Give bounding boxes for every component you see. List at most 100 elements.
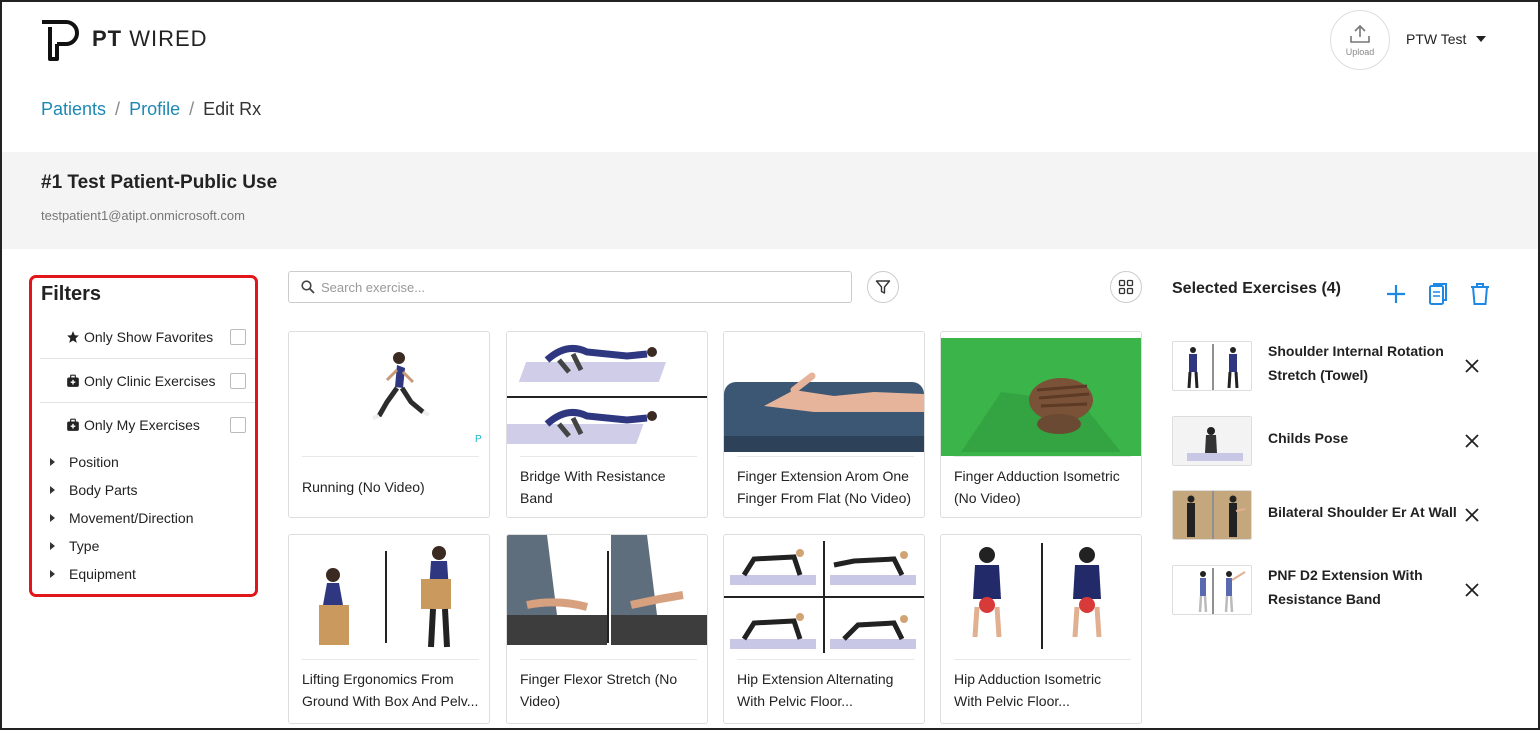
- filter-only-mine[interactable]: Only My Exercises: [40, 403, 255, 447]
- breadcrumb-current: Edit Rx: [203, 99, 262, 119]
- exercise-thumbnail: [507, 535, 707, 659]
- filter-category-equipment[interactable]: Equipment: [50, 563, 136, 585]
- selected-exercise-thumbnail: [1172, 565, 1252, 615]
- breadcrumb-separator: /: [189, 99, 195, 119]
- logo-text: PT WIRED: [92, 26, 208, 51]
- patient-name: #1 Test Patient-Public Use: [41, 172, 278, 193]
- exercise-title: Lifting Ergonomics From Ground With Box …: [302, 659, 479, 723]
- user-name: PTW Test: [1406, 31, 1467, 47]
- selected-exercise-item[interactable]: Bilateral Shoulder Er At Wall: [1172, 490, 1492, 542]
- copy-exercises-button[interactable]: [1425, 281, 1451, 307]
- exercise-card[interactable]: Finger Adduction Isometric (No Video): [940, 331, 1142, 518]
- breadcrumb-separator: /: [115, 99, 121, 119]
- selected-exercise-name: Bilateral Shoulder Er At Wall: [1268, 504, 1457, 520]
- clipboard-icon: [1429, 283, 1447, 305]
- remove-exercise-button[interactable]: [1462, 356, 1482, 376]
- user-menu[interactable]: PTW Test: [1406, 31, 1487, 47]
- category-label: Position: [69, 454, 119, 470]
- breadcrumb-profile-link[interactable]: Profile: [129, 99, 180, 120]
- search-icon: [301, 280, 315, 294]
- filters-panel: Filters Only Show Favorites Only Clinic …: [29, 275, 258, 597]
- close-icon: [1465, 583, 1479, 597]
- selected-exercise-thumbnail: [1172, 341, 1252, 391]
- caret-down-icon: [1476, 36, 1487, 42]
- trash-icon: [1471, 283, 1489, 305]
- search-input[interactable]: [321, 279, 821, 295]
- delete-all-button[interactable]: [1467, 281, 1493, 307]
- category-label: Type: [69, 538, 100, 554]
- filter-category-movement[interactable]: Movement/Direction: [50, 507, 194, 529]
- exercise-card[interactable]: Finger Flexor Stretch (No Video): [506, 534, 708, 724]
- clinic-checkbox[interactable]: [230, 372, 246, 389]
- selected-exercise-name: Shoulder Internal Rotation Stretch (Towe…: [1268, 343, 1444, 383]
- expand-arrow-icon: [50, 486, 55, 494]
- patient-header: #1 Test Patient-Public Use testpatient1@…: [2, 152, 1538, 249]
- close-icon: [1465, 434, 1479, 448]
- breadcrumb: Patients / Profile / Edit Rx: [41, 99, 261, 120]
- filters-title: Filters: [41, 283, 102, 305]
- filter-label: Only My Exercises: [84, 417, 200, 433]
- exercise-thumbnail: [289, 535, 489, 659]
- expand-arrow-icon: [50, 542, 55, 550]
- exercise-card[interactable]: Finger Extension Arom One Finger From Fl…: [723, 331, 925, 518]
- patient-email: testpatient1@atipt.onmicrosoft.com: [41, 208, 245, 223]
- close-icon: [1465, 359, 1479, 373]
- exercise-thumbnail: [507, 332, 707, 456]
- exercise-card[interactable]: P Running (No Video): [288, 331, 490, 518]
- my-exercises-checkbox[interactable]: [230, 417, 246, 433]
- pt-wired-logo-icon: [42, 20, 79, 61]
- exercise-title: Finger Flexor Stretch (No Video): [520, 659, 697, 723]
- exercise-thumbnail: [724, 332, 924, 456]
- close-icon: [1465, 508, 1479, 522]
- medical-bag-icon: [66, 374, 80, 388]
- breadcrumb-patients-link[interactable]: Patients: [41, 99, 106, 120]
- remove-exercise-button[interactable]: [1462, 505, 1482, 525]
- logo[interactable]: PT WIRED: [40, 17, 208, 61]
- category-label: Body Parts: [69, 482, 138, 498]
- filter-only-clinic[interactable]: Only Clinic Exercises: [40, 359, 255, 403]
- expand-arrow-icon: [50, 570, 55, 578]
- exercise-card[interactable]: Bridge With Resistance Band: [506, 331, 708, 518]
- upload-icon: [1350, 24, 1370, 43]
- selected-exercises-title: Selected Exercises (4): [1172, 280, 1341, 297]
- selected-exercise-thumbnail: [1172, 490, 1252, 540]
- selected-exercise-item[interactable]: Shoulder Internal Rotation Stretch (Towe…: [1172, 341, 1492, 393]
- grid-view-button[interactable]: [1110, 271, 1142, 303]
- remove-exercise-button[interactable]: [1462, 580, 1482, 600]
- plus-icon: [1387, 285, 1405, 303]
- exercise-card[interactable]: Hip Extension Alternating With Pelvic Fl…: [723, 534, 925, 724]
- exercise-card[interactable]: Lifting Ergonomics From Ground With Box …: [288, 534, 490, 724]
- app-header: PT WIRED Upload PTW Test: [0, 0, 1540, 82]
- favorites-checkbox[interactable]: [230, 328, 246, 345]
- upload-button[interactable]: Upload: [1330, 10, 1390, 70]
- grid-icon: [1118, 279, 1134, 295]
- category-label: Equipment: [69, 566, 136, 582]
- exercise-title: Hip Adduction Isometric With Pelvic Floo…: [954, 659, 1131, 723]
- selected-exercise-item[interactable]: Childs Pose: [1172, 416, 1492, 468]
- selected-exercise-name: Childs Pose: [1268, 430, 1349, 446]
- filter-label: Only Clinic Exercises: [84, 372, 216, 389]
- filter-category-type[interactable]: Type: [50, 535, 99, 557]
- exercise-thumbnail: [941, 332, 1141, 456]
- exercise-thumbnail: P: [289, 332, 489, 456]
- exercise-card[interactable]: Hip Adduction Isometric With Pelvic Floo…: [940, 534, 1142, 724]
- selected-exercise-name: PNF D2 Extension With Resistance Band: [1268, 567, 1423, 607]
- exercise-title: Finger Adduction Isometric (No Video): [954, 456, 1131, 517]
- remove-exercise-button[interactable]: [1462, 431, 1482, 451]
- exercise-title: Hip Extension Alternating With Pelvic Fl…: [737, 659, 914, 723]
- expand-arrow-icon: [50, 514, 55, 522]
- medical-bag-icon: [66, 418, 80, 432]
- exercise-thumbnail: [724, 535, 924, 659]
- upload-label: Upload: [1345, 46, 1375, 57]
- expand-arrow-icon: [50, 458, 55, 466]
- selected-exercise-item[interactable]: PNF D2 Extension With Resistance Band: [1172, 565, 1492, 617]
- exercise-thumbnail: [941, 535, 1141, 659]
- add-exercise-button[interactable]: [1383, 281, 1409, 307]
- filter-toggle-button[interactable]: [867, 271, 899, 303]
- exercise-title: Bridge With Resistance Band: [520, 456, 697, 517]
- filter-only-favorites[interactable]: Only Show Favorites: [40, 315, 255, 359]
- filter-category-body-parts[interactable]: Body Parts: [50, 479, 137, 501]
- funnel-icon: [875, 280, 891, 294]
- search-box[interactable]: [288, 271, 852, 303]
- filter-category-position[interactable]: Position: [50, 451, 119, 473]
